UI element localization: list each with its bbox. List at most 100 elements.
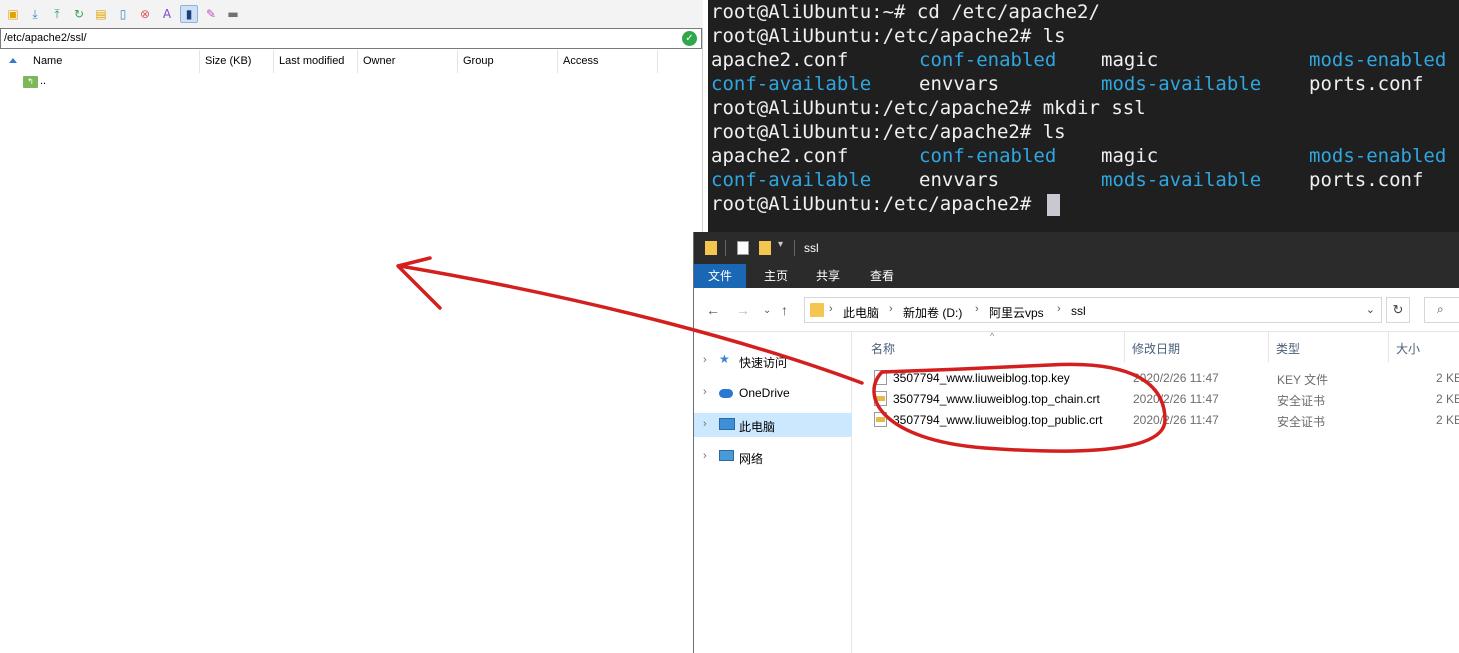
address-bar[interactable]: › 此电脑 › 新加卷 (D:) › 阿里云vps › ssl ⌄: [804, 297, 1382, 323]
terminal-icon[interactable]: ▬: [224, 5, 242, 23]
column-group[interactable]: Group: [458, 50, 558, 73]
sftp-path-input[interactable]: /etc/apache2/ssl/ ✓: [0, 28, 702, 49]
terminal-ls-entry: apache2.conf: [711, 145, 849, 167]
new-folder-icon[interactable]: ▤: [92, 5, 110, 23]
nav-item-quick-access[interactable]: › ★ 快速访问: [694, 349, 852, 373]
breadcrumb-separator-icon[interactable]: ›: [829, 303, 833, 315]
file-explorer-window: ▾ ssl 文件 主页 共享 查看 ← → ⌄ ↑ › 此电脑 › 新加卷 (D…: [693, 232, 1459, 653]
terminal-ls-entry: mods-available: [1101, 73, 1262, 95]
terminal-line: apache2.conf conf-enabled magic mods-enable…: [708, 48, 1459, 72]
network-icon: [719, 450, 734, 461]
terminal-ls-entry: apache2.conf: [711, 49, 849, 71]
parent-directory-icon: ↰: [23, 76, 38, 88]
file-row[interactable]: 3507794_www.liuweiblog.top_chain.crt 202…: [852, 388, 1459, 409]
window-title: ssl: [804, 241, 819, 255]
column-divider[interactable]: [1268, 332, 1269, 362]
tab-file[interactable]: 文件: [694, 264, 747, 288]
new-file-icon[interactable]: ▯: [114, 5, 132, 23]
nav-item-label: 快速访问: [739, 356, 788, 370]
column-size[interactable]: Size (KB): [200, 50, 274, 73]
breadcrumb-drive-d[interactable]: 新加卷 (D:): [903, 304, 962, 321]
path-ok-icon[interactable]: ✓: [682, 31, 697, 46]
terminal-line: root@AliUbuntu:/etc/apache2# ls: [711, 120, 1066, 144]
column-divider[interactable]: [1124, 332, 1125, 362]
download-icon[interactable]: ⤓: [26, 5, 44, 23]
properties-icon[interactable]: ▮: [180, 5, 198, 23]
sftp-toolbar: ▣ ⤓ ⤒ ↻ ▤ ▯ ⊗ A ▮ ✎ ▬: [0, 0, 703, 28]
search-icon[interactable]: ⌕: [1424, 297, 1459, 323]
quick-access-dropdown-icon[interactable]: ▾: [778, 239, 783, 250]
upload-icon[interactable]: ⤒: [48, 5, 66, 23]
sftp-file-pane: ▣ ⤓ ⤒ ↻ ▤ ▯ ⊗ A ▮ ✎ ▬ /etc/apache2/ssl/ …: [0, 0, 703, 653]
column-divider[interactable]: [1388, 332, 1389, 362]
star-icon: ★: [719, 352, 730, 366]
up-arrow-icon[interactable]: ↑: [781, 302, 788, 318]
breadcrumb-separator-icon[interactable]: ›: [975, 303, 979, 315]
rename-icon[interactable]: A: [158, 5, 176, 23]
breadcrumb-separator-icon[interactable]: ›: [889, 303, 893, 315]
divider: [725, 240, 726, 256]
column-header-type[interactable]: 类型: [1276, 340, 1300, 357]
column-name[interactable]: Name: [28, 50, 200, 73]
column-header-date[interactable]: 修改日期: [1132, 340, 1180, 357]
divider: [794, 240, 795, 256]
column-header-size[interactable]: 大小: [1396, 340, 1420, 357]
tab-share[interactable]: 共享: [802, 264, 854, 288]
column-last-modified[interactable]: Last modified: [274, 50, 358, 73]
address-dropdown-icon[interactable]: ⌄: [1366, 303, 1375, 316]
breadcrumb-separator-icon[interactable]: ›: [1057, 303, 1061, 315]
tab-home[interactable]: 主页: [750, 264, 802, 288]
parent-directory-row[interactable]: ↰ ..: [0, 74, 702, 92]
screen: ▣ ⤓ ⤒ ↻ ▤ ▯ ⊗ A ▮ ✎ ▬ /etc/apache2/ssl/ …: [0, 0, 1459, 653]
certificate-icon: [874, 412, 887, 427]
sftp-path-text: /etc/apache2/ssl/: [4, 32, 87, 44]
terminal-line-text: root@AliUbuntu:/etc/apache2# ls: [711, 25, 1066, 47]
file-list: ^ 名称 修改日期 类型 大小 3507794_www.liuweiblog.t…: [852, 331, 1459, 653]
refresh-icon[interactable]: ↻: [70, 5, 88, 23]
forward-arrow-icon[interactable]: →: [736, 302, 750, 318]
column-access[interactable]: Access: [558, 50, 658, 73]
nav-item-label: 网络: [739, 452, 764, 466]
file-row[interactable]: 3507794_www.liuweiblog.top.key 2020/2/26…: [852, 367, 1459, 388]
expand-chevron-icon[interactable]: ›: [703, 418, 707, 430]
column-header-name[interactable]: 名称: [871, 340, 895, 357]
certificate-icon: [874, 391, 887, 406]
sftp-column-header: Name Size (KB) Last modified Owner Group…: [0, 50, 702, 73]
expand-chevron-icon[interactable]: ›: [703, 450, 707, 462]
file-date: 2020/2/26 11:47: [1133, 413, 1219, 427]
nav-item-this-pc[interactable]: › 此电脑: [694, 413, 852, 437]
nav-item-network[interactable]: › 网络: [694, 445, 852, 469]
file-type: KEY 文件: [1277, 373, 1329, 387]
nav-item-onedrive[interactable]: › OneDrive: [694, 381, 852, 405]
terminal-ls-entry: magic: [1101, 145, 1159, 167]
parent-directory-label: ..: [40, 75, 47, 87]
breadcrumb-aliyun-vps[interactable]: 阿里云vps: [989, 304, 1044, 321]
folder-icon: [810, 303, 824, 317]
terminal-ls-entry: mods-available: [1101, 169, 1262, 191]
new-folder-icon[interactable]: [759, 241, 771, 255]
terminal-ls-entry: ports.conf: [1309, 169, 1424, 191]
refresh-icon[interactable]: ↻: [1386, 297, 1410, 323]
tab-view[interactable]: 查看: [856, 264, 908, 288]
properties-check-icon[interactable]: [737, 241, 749, 255]
sort-ascending-icon: [9, 58, 17, 63]
file-row[interactable]: 3507794_www.liuweiblog.top_public.crt 20…: [852, 409, 1459, 430]
terminal-window[interactable]: root@AliUbuntu:~# cd /etc/apache2/root@A…: [708, 0, 1459, 232]
file-size: 2 KB: [1436, 392, 1459, 406]
delete-icon[interactable]: ⊗: [136, 5, 154, 23]
folder-icon: [705, 241, 717, 255]
expand-chevron-icon[interactable]: ›: [703, 386, 707, 398]
breadcrumb-ssl[interactable]: ssl: [1071, 304, 1086, 318]
parent-folder-icon[interactable]: ▣: [4, 5, 22, 23]
magic-wand-icon[interactable]: ✎: [202, 5, 220, 23]
breadcrumb-this-pc[interactable]: 此电脑: [843, 304, 879, 321]
column-owner[interactable]: Owner: [358, 50, 458, 73]
terminal-line-text: root@AliUbuntu:/etc/apache2#: [711, 193, 1043, 215]
terminal-ls-entry: envvars: [919, 169, 1000, 191]
back-arrow-icon[interactable]: ←: [706, 302, 720, 318]
recent-locations-chevron-icon[interactable]: ⌄: [763, 305, 771, 316]
terminal-ls-entry: conf-available: [711, 169, 872, 191]
terminal-line: root@AliUbuntu:/etc/apache2#: [711, 192, 1060, 216]
expand-chevron-icon[interactable]: ›: [703, 354, 707, 366]
terminal-line: root@AliUbuntu:~# cd /etc/apache2/: [711, 0, 1100, 24]
